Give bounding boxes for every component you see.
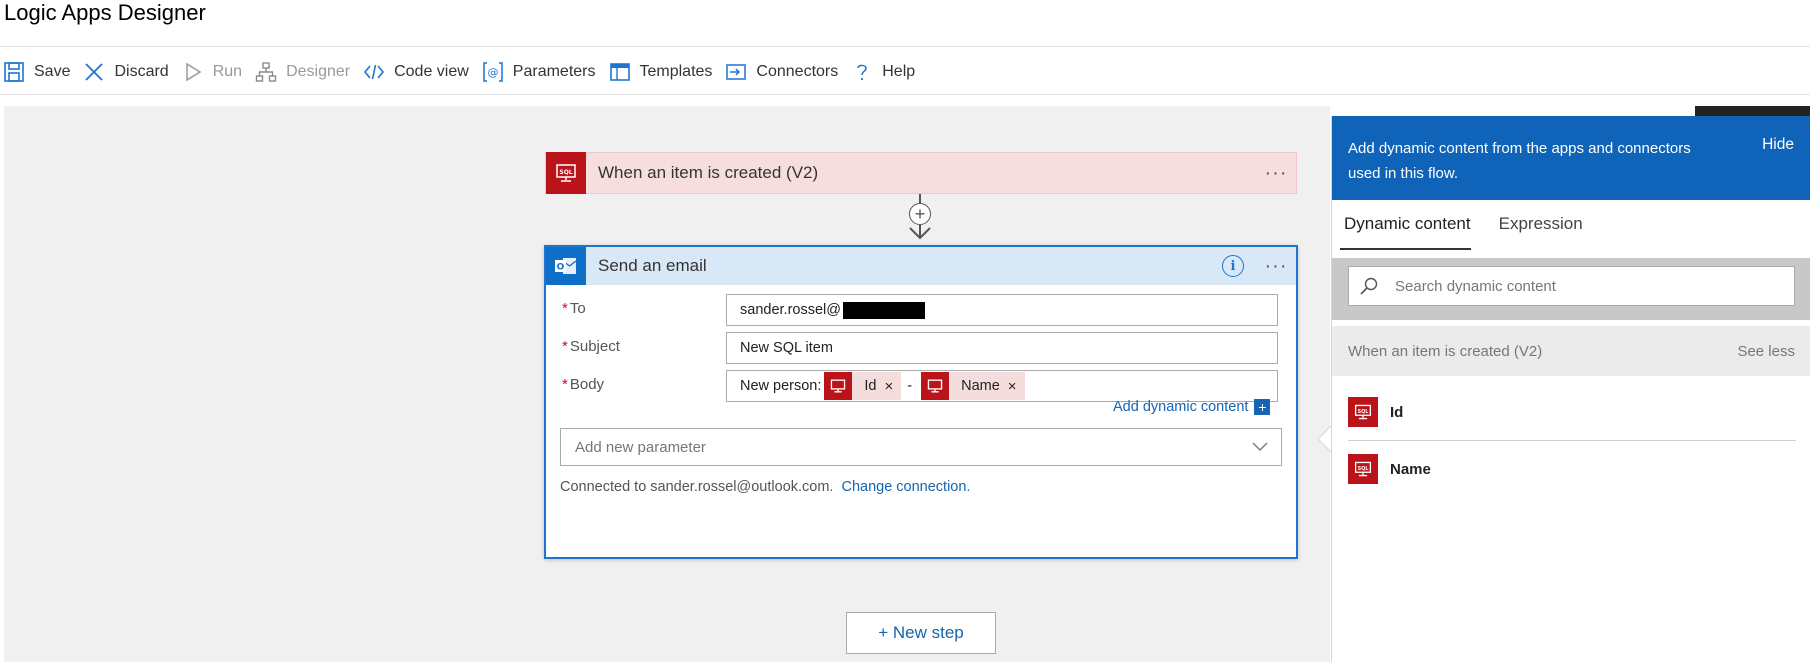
search-input[interactable]: Search dynamic content: [1348, 266, 1795, 306]
svg-text:O: O: [557, 263, 565, 273]
svg-text:SQL: SQL: [1358, 409, 1369, 415]
tab-dynamic-content[interactable]: Dynamic content: [1332, 200, 1487, 250]
to-field-row: * To sander.rossel@: [562, 294, 1278, 326]
help-icon: [850, 60, 874, 84]
remove-token-icon[interactable]: ×: [1008, 378, 1025, 395]
save-button[interactable]: Save: [0, 56, 80, 88]
toolbar-divider: [0, 94, 1810, 95]
svg-text:SQL: SQL: [1358, 466, 1369, 472]
parameters-label: Parameters: [512, 63, 596, 80]
send-email-card[interactable]: O Send an email i ··· * To sander.rossel@…: [544, 245, 1298, 559]
close-icon: [82, 60, 106, 84]
templates-label: Templates: [639, 63, 713, 80]
connectors-button[interactable]: Connectors: [722, 56, 848, 88]
designer-icon: [254, 60, 278, 84]
to-input[interactable]: sander.rossel@: [726, 294, 1278, 326]
discard-button[interactable]: Discard: [80, 56, 178, 88]
templates-button[interactable]: Templates: [606, 56, 723, 88]
dynamic-item-label: Name: [1390, 460, 1431, 478]
add-dynamic-content-link[interactable]: Add dynamic content +: [1113, 399, 1271, 415]
sql-icon: [824, 372, 853, 400]
body-input[interactable]: New person: Id × - Name ×: [726, 370, 1278, 402]
title-divider: [0, 46, 1810, 47]
dynamic-group-header: When an item is created (V2) See less: [1332, 326, 1810, 376]
dynamic-item-id[interactable]: SQL Id: [1348, 384, 1796, 440]
subject-input[interactable]: New SQL item: [726, 332, 1278, 364]
dynamic-panel-tabs: Dynamic content Expression: [1332, 200, 1599, 250]
dynamic-content-panel: Add dynamic content from the apps and co…: [1331, 116, 1810, 662]
dynamic-item-label: Id: [1390, 403, 1404, 421]
info-icon[interactable]: i: [1222, 255, 1244, 277]
connection-info: Connected to sander.rossel@outlook.com. C…: [560, 479, 971, 495]
panel-top-bar: [1695, 106, 1810, 116]
outlook-icon: O: [546, 247, 586, 285]
discard-label: Discard: [114, 63, 169, 80]
parameters-icon: @: [481, 60, 505, 84]
to-label: * To: [562, 300, 586, 317]
svg-text:SQL: SQL: [559, 169, 572, 176]
dynamic-panel-description: Add dynamic content from the apps and co…: [1348, 140, 1691, 182]
body-separator: -: [907, 378, 913, 394]
code-view-label: Code view: [394, 63, 469, 80]
run-button[interactable]: Run: [179, 56, 252, 88]
play-icon: [181, 60, 205, 84]
group-title: When an item is created (V2): [1348, 342, 1543, 360]
search-icon: [1360, 277, 1378, 295]
save-label: Save: [34, 63, 71, 80]
redacted-block: [842, 301, 925, 319]
see-less-link[interactable]: See less: [1737, 343, 1795, 360]
page-title: Logic Apps Designer: [4, 0, 206, 25]
toolbar: Save Discard Run Designer Code view @ Pa…: [0, 56, 925, 88]
sql-icon: SQL: [1348, 397, 1378, 427]
code-view-button[interactable]: Code view: [360, 56, 479, 88]
save-icon: [2, 60, 26, 84]
panel-pointer: [1318, 425, 1332, 453]
tab-expression[interactable]: Expression: [1487, 200, 1599, 250]
chevron-down-icon: [1252, 442, 1268, 451]
subject-field-row: * Subject New SQL item: [562, 332, 1278, 364]
dynamic-panel-header: Add dynamic content from the apps and co…: [1332, 116, 1810, 200]
new-step-button[interactable]: + New step: [846, 612, 996, 654]
sql-icon: SQL: [1348, 454, 1378, 484]
templates-icon: [608, 60, 632, 84]
subject-label: * Subject: [562, 338, 620, 355]
trigger-card[interactable]: SQL When an item is created (V2) ···: [545, 152, 1297, 194]
body-label: * Body: [562, 376, 605, 393]
run-label: Run: [212, 63, 243, 80]
svg-text:@: @: [487, 66, 498, 79]
sql-icon: [921, 372, 950, 400]
hide-panel-button[interactable]: Hide: [1762, 136, 1794, 154]
action-more-icon[interactable]: ···: [1256, 256, 1296, 276]
help-button[interactable]: Help: [848, 56, 925, 88]
add-parameter-dropdown[interactable]: Add new parameter: [560, 428, 1282, 466]
token-id[interactable]: Id ×: [824, 372, 902, 400]
body-field-row: * Body New person: Id × - Name ×: [562, 370, 1278, 402]
code-icon: [362, 60, 386, 84]
remove-token-icon[interactable]: ×: [885, 378, 902, 395]
designer-label: Designer: [286, 63, 351, 80]
connectors-icon: [724, 60, 748, 84]
trigger-more-icon[interactable]: ···: [1256, 163, 1296, 183]
body-prefix: New person:: [740, 378, 822, 394]
token-label: Id: [864, 378, 877, 394]
trigger-title: When an item is created (V2): [598, 163, 819, 182]
plus-icon: +: [1254, 399, 1271, 415]
help-label: Help: [882, 63, 916, 80]
token-name[interactable]: Name ×: [921, 372, 1025, 400]
action-header[interactable]: O Send an email i ···: [546, 247, 1296, 285]
designer-button[interactable]: Designer: [252, 56, 360, 88]
insert-step-icon[interactable]: +: [909, 203, 931, 225]
connectors-label: Connectors: [756, 63, 839, 80]
sql-icon: SQL: [546, 152, 586, 194]
action-title: Send an email: [598, 256, 707, 275]
change-connection-link[interactable]: Change connection.: [841, 479, 970, 495]
parameters-button[interactable]: @ Parameters: [479, 56, 606, 88]
token-label: Name: [961, 378, 1000, 394]
arrow-down-icon: [909, 227, 931, 240]
dynamic-item-name[interactable]: SQL Name: [1348, 441, 1796, 497]
search-area: Search dynamic content: [1332, 258, 1810, 320]
